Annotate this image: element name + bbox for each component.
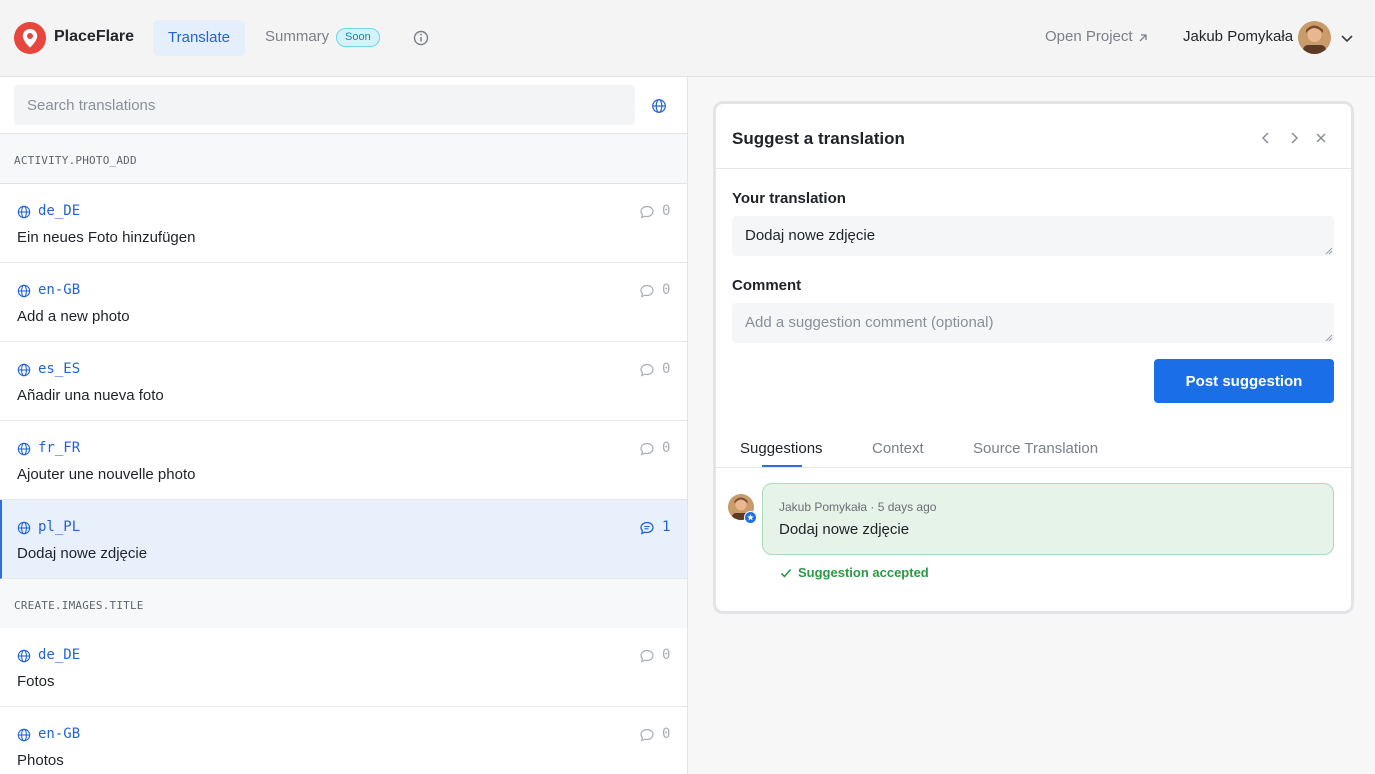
tab-suggestions[interactable]: Suggestions xyxy=(740,440,823,457)
locale-code: fr_FR xyxy=(38,440,81,456)
translation-text: Ein neues Foto hinzufügen xyxy=(17,229,196,246)
translation-text: Dodaj nowe zdjęcie xyxy=(17,545,148,562)
top-bar: PlaceFlare Translate Summary Soon Open P… xyxy=(0,0,1375,77)
translation-row-selected[interactable]: pl_PL Dodaj nowe zdjęcie 1 xyxy=(0,500,687,579)
soon-badge: Soon xyxy=(336,28,380,47)
globe-icon xyxy=(17,521,31,535)
post-suggestion-button[interactable]: Post suggestion xyxy=(1154,359,1334,403)
locale-code: es_ES xyxy=(38,361,81,377)
comment-label: Comment xyxy=(732,277,802,294)
user-avatar[interactable] xyxy=(1298,21,1331,54)
translation-text: Add a new photo xyxy=(17,308,130,325)
translation-row[interactable]: es_ES Añadir una nueva foto 0 xyxy=(0,342,687,421)
translation-key-header: CREATE.IMAGES.TITLE xyxy=(0,579,687,629)
comment-count: 0 xyxy=(662,361,671,377)
your-translation-label: Your translation xyxy=(732,190,846,207)
your-translation-input[interactable] xyxy=(732,216,1334,256)
suggestion-age: 5 days ago xyxy=(877,500,937,514)
comment-input[interactable] xyxy=(732,303,1334,343)
divider xyxy=(716,168,1351,169)
panel-title: Suggest a translation xyxy=(732,129,905,148)
translation-key: CREATE.IMAGES.TITLE xyxy=(14,599,144,612)
translation-key: ACTIVITY.PHOTO_ADD xyxy=(14,154,137,167)
globe-icon xyxy=(17,649,31,663)
translations-list-pane: ACTIVITY.PHOTO_ADD de_DE Ein neues Foto … xyxy=(0,77,688,774)
locale-code: en-GB xyxy=(38,726,81,742)
suggestion-text: Dodaj nowe zdjęcie xyxy=(779,521,910,538)
translation-text: Añadir una nueva foto xyxy=(17,387,164,404)
translation-text: Fotos xyxy=(17,673,55,690)
info-icon[interactable] xyxy=(412,29,430,47)
locale-code: de_DE xyxy=(38,203,81,219)
comment-count: 0 xyxy=(662,726,671,742)
tab-translate[interactable]: Translate xyxy=(153,20,245,56)
translation-row[interactable]: en-GB Add a new photo 0 xyxy=(0,263,687,342)
translation-key-header: ACTIVITY.PHOTO_ADD xyxy=(0,134,687,184)
close-icon[interactable] xyxy=(1313,130,1329,146)
suggestion-author: Jakub Pomykała xyxy=(779,500,868,514)
comment-icon xyxy=(640,442,654,456)
brand-name[interactable]: PlaceFlare xyxy=(54,28,134,46)
comment-count: 0 xyxy=(662,282,671,298)
globe-icon[interactable] xyxy=(651,98,667,114)
globe-icon xyxy=(17,205,31,219)
comment-icon xyxy=(640,205,654,219)
placeflare-logo-icon[interactable] xyxy=(14,22,46,54)
chevron-left-icon[interactable] xyxy=(1258,130,1274,146)
comment-icon xyxy=(640,284,654,298)
user-name[interactable]: Jakub Pomykała xyxy=(1183,28,1293,45)
translation-row[interactable]: fr_FR Ajouter une nouvelle photo 0 xyxy=(0,421,687,500)
translation-row[interactable]: de_DE Fotos 0 xyxy=(0,628,687,707)
translation-row[interactable]: en-GB Photos 0 xyxy=(0,707,687,774)
locale-code: en-GB xyxy=(38,282,81,298)
comment-icon xyxy=(640,649,654,663)
search-input[interactable] xyxy=(14,85,635,125)
globe-icon xyxy=(17,442,31,456)
locale-code: de_DE xyxy=(38,647,81,663)
comment-count: 1 xyxy=(662,519,671,535)
suggestion-bubble: Jakub Pomykała · 5 days ago Dodaj nowe z… xyxy=(762,483,1334,555)
globe-icon xyxy=(17,728,31,742)
tab-summary[interactable]: Summary xyxy=(265,28,329,45)
search-bar xyxy=(0,77,687,134)
translation-row[interactable]: de_DE Ein neues Foto hinzufügen 0 xyxy=(0,184,687,263)
comment-count: 0 xyxy=(662,440,671,456)
tab-context[interactable]: Context xyxy=(872,440,924,457)
comment-count: 0 xyxy=(662,203,671,219)
chevron-down-icon[interactable] xyxy=(1339,30,1355,46)
open-project-link[interactable]: Open Project xyxy=(1045,28,1133,45)
resize-handle-icon[interactable] xyxy=(1325,334,1333,342)
suggestion-status: Suggestion accepted xyxy=(798,565,929,580)
suggest-translation-panel: Suggest a translation Your translation C… xyxy=(713,101,1354,614)
comment-count: 0 xyxy=(662,647,671,663)
translation-text: Ajouter une nouvelle photo xyxy=(17,466,196,483)
translation-text: Photos xyxy=(17,752,64,769)
chevron-right-icon[interactable] xyxy=(1286,130,1302,146)
resize-handle-icon[interactable] xyxy=(1325,247,1333,255)
comment-icon xyxy=(640,363,654,377)
globe-icon xyxy=(17,284,31,298)
locale-code: pl_PL xyxy=(38,519,81,535)
check-icon xyxy=(780,568,792,578)
comment-icon xyxy=(640,728,654,742)
external-link-icon xyxy=(1139,34,1147,42)
globe-icon xyxy=(17,363,31,377)
tab-source-translation[interactable]: Source Translation xyxy=(973,440,1098,457)
divider xyxy=(716,467,1351,468)
comment-filled-icon xyxy=(640,521,654,535)
suggestion-meta: Jakub Pomykała · 5 days ago xyxy=(779,500,937,514)
verified-badge-icon xyxy=(744,511,757,524)
